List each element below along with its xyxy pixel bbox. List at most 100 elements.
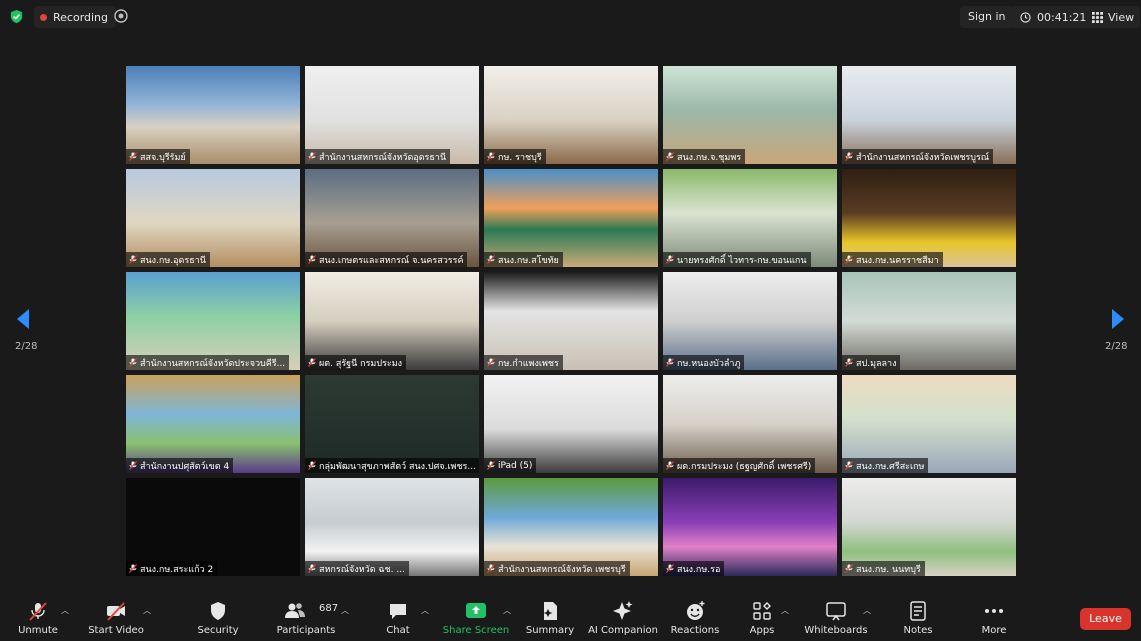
more-icon (985, 609, 1003, 613)
whiteboards-options-caret[interactable]: ︿ (863, 605, 871, 616)
participant-name: สนง.กษ.ศรีสะเกษ (856, 461, 925, 472)
participant-nameplate: กษ. ราชบุรี (484, 149, 546, 164)
participant-name: สนง.กษ.สโขทัย (498, 255, 559, 266)
participant-nameplate: สำนักงานสหกรณ์จังหวัดประจวบคีรี... (126, 355, 290, 370)
chat-icon (390, 604, 406, 619)
participant-tile[interactable]: กษ.กำแพงเพชร (484, 272, 658, 370)
mic-off-icon (487, 564, 495, 573)
participant-tile[interactable]: กลุ่มพัฒนาสุขภาพสัตว์ สนง.ปศจ.เพชร... (305, 375, 479, 473)
participant-tile[interactable]: กษ. ราชบุรี (484, 66, 658, 164)
more-button[interactable]: More (979, 594, 1009, 641)
view-label: View (1108, 10, 1135, 24)
video-gallery: สสจ.บุรีรัมย์ สำนักงานสหกรณ์จังหวัดอุดรธา… (126, 66, 1016, 576)
participant-tile[interactable]: สนง.กษ.รอ (663, 478, 837, 576)
participant-name: กลุ่มพัฒนาสุขภาพสัตว์ สนง.ปศจ.เพชร... (319, 461, 476, 472)
participant-name: สนง.เกษตรและสหกรณ์ จ.นครสวรรค์ (319, 255, 464, 266)
participant-nameplate: สนง.กษ.สระแก้ว 2 (126, 561, 218, 576)
participant-tile[interactable]: สสจ.บุรีรัมย์ (126, 66, 300, 164)
security-button[interactable]: Security (197, 594, 239, 641)
participant-name: สนง.กษ.รอ (677, 564, 721, 575)
mic-off-icon (666, 255, 674, 264)
participant-name: สนง.กษ.อุดรธานี (140, 255, 206, 266)
participant-name: สนง.กษ. นนทบุรี (856, 564, 921, 575)
mic-off-icon (845, 358, 853, 367)
apps-button[interactable]: Apps (747, 594, 777, 641)
participant-tile[interactable]: สนง.กษ.สระแก้ว 2 (126, 478, 300, 576)
start-video-button[interactable]: Start Video (88, 594, 144, 641)
participant-tile[interactable]: สหกรณ์จังหวัด ฉช. ... (305, 478, 479, 576)
meeting-timer[interactable]: 00:41:21 (1012, 6, 1095, 28)
ai-companion-label: AI Companion (588, 625, 658, 636)
share-screen-button[interactable]: Share Screen (442, 594, 510, 641)
reactions-label: Reactions (670, 625, 720, 636)
participant-tile[interactable]: สนง.เกษตรและสหกรณ์ จ.นครสวรรค์ (305, 169, 479, 267)
mic-off-icon (129, 564, 137, 573)
participant-nameplate: กษ.หนองบัวลำภู (663, 355, 745, 370)
more-label: More (981, 625, 1007, 636)
grid-view-icon (1092, 11, 1103, 23)
participant-tile[interactable]: กษ.หนองบัวลำภู (663, 272, 837, 370)
summary-icon (543, 602, 557, 620)
participants-label: Participants (276, 625, 336, 636)
participant-nameplate: ผต.กรมประมง (ธฐญศักดิ์ เพชรศรี) (663, 458, 816, 473)
whiteboards-button[interactable]: Whiteboards (804, 594, 868, 641)
summary-button[interactable]: Summary (526, 594, 574, 641)
security-icon (211, 602, 225, 620)
apps-options-caret[interactable]: ︿ (781, 605, 789, 616)
target-icon[interactable] (114, 9, 128, 23)
participants-button[interactable]: Participants (276, 594, 336, 641)
participant-tile[interactable]: สนง.กษ.นครราชสีมา (842, 169, 1016, 267)
unmute-button[interactable]: Unmute (18, 594, 58, 641)
participant-tile[interactable]: สนง.กษ.จ.ชุมพร (663, 66, 837, 164)
participant-tile[interactable]: สนง.กษ. นนทบุรี (842, 478, 1016, 576)
participant-tile[interactable]: iPad (5) (484, 375, 658, 473)
participant-tile[interactable]: สำนักงานปศุสัตว์เขต 4 (126, 375, 300, 473)
audio-options-caret[interactable]: ︿ (61, 605, 69, 616)
video-options-caret[interactable]: ︿ (143, 605, 151, 616)
share-screen-label: Share Screen (442, 625, 510, 636)
participant-nameplate: นายทรงศักดิ์ ไวทาร-กษ.ขอนแกน (663, 252, 811, 267)
mic-off-icon (308, 358, 316, 367)
prev-page-icon[interactable] (16, 308, 30, 330)
chat-button[interactable]: Chat (383, 594, 413, 641)
participant-tile[interactable]: สนง.กษ.ศรีสะเกษ (842, 375, 1016, 473)
clock-icon (1020, 11, 1031, 23)
recording-label: Recording (53, 10, 109, 24)
reactions-button[interactable]: Reactions (670, 594, 720, 641)
view-button[interactable]: View (1086, 6, 1141, 28)
recording-indicator[interactable]: Recording (34, 6, 117, 28)
mic-off-icon (308, 255, 316, 264)
leave-button[interactable]: Leave (1080, 608, 1131, 630)
shield-icon[interactable] (9, 9, 24, 24)
participant-tile[interactable]: สำนักงานสหกรณ์จังหวัด เพชรบุรี (484, 478, 658, 576)
chat-label: Chat (386, 625, 410, 636)
share-options-caret[interactable]: ︿ (503, 605, 511, 616)
participant-name: สนง.กษ.สระแก้ว 2 (140, 564, 214, 575)
mic-off-icon (487, 255, 495, 264)
notes-button[interactable]: Notes (902, 594, 934, 641)
next-page-icon[interactable] (1111, 308, 1125, 330)
participant-tile[interactable]: สป.มุลลาง (842, 272, 1016, 370)
participant-tile[interactable]: สำนักงานสหกรณ์จังหวัดประจวบคีรี... (126, 272, 300, 370)
participant-name: สนง.กษ.จ.ชุมพร (677, 152, 742, 163)
share-screen-icon (466, 603, 486, 618)
participant-tile[interactable]: สำนักงานสหกรณ์จังหวัดอุดรธานี (305, 66, 479, 164)
participant-nameplate: สนง.กษ.นครราชสีมา (842, 252, 943, 267)
participant-tile[interactable]: ผต.กรมประมง (ธฐญศักดิ์ เพชรศรี) (663, 375, 837, 473)
chat-options-caret[interactable]: ︿ (421, 605, 429, 616)
participant-tile[interactable]: สำนักงานสหกรณ์จังหวัดเพชรบูรณ์ (842, 66, 1016, 164)
participant-name: ผต. สุรัฐนี กรมประมง (319, 358, 403, 369)
mic-off-icon (129, 461, 137, 470)
participant-tile[interactable]: นายทรงศักดิ์ ไวทาร-กษ.ขอนแกน (663, 169, 837, 267)
participants-icon (285, 603, 305, 618)
video-off-icon (107, 602, 125, 621)
sparkle-icon (613, 601, 633, 620)
notes-icon (910, 601, 926, 621)
ai-companion-button[interactable]: AI Companion (588, 594, 658, 641)
sign-in-button[interactable]: Sign in (960, 6, 1014, 28)
participants-options-caret[interactable]: ︿ (341, 605, 349, 616)
mic-off-icon (129, 255, 137, 264)
participant-tile[interactable]: สนง.กษ.สโขทัย (484, 169, 658, 267)
participant-tile[interactable]: สนง.กษ.อุดรธานี (126, 169, 300, 267)
participant-tile[interactable]: ผต. สุรัฐนี กรมประมง (305, 272, 479, 370)
